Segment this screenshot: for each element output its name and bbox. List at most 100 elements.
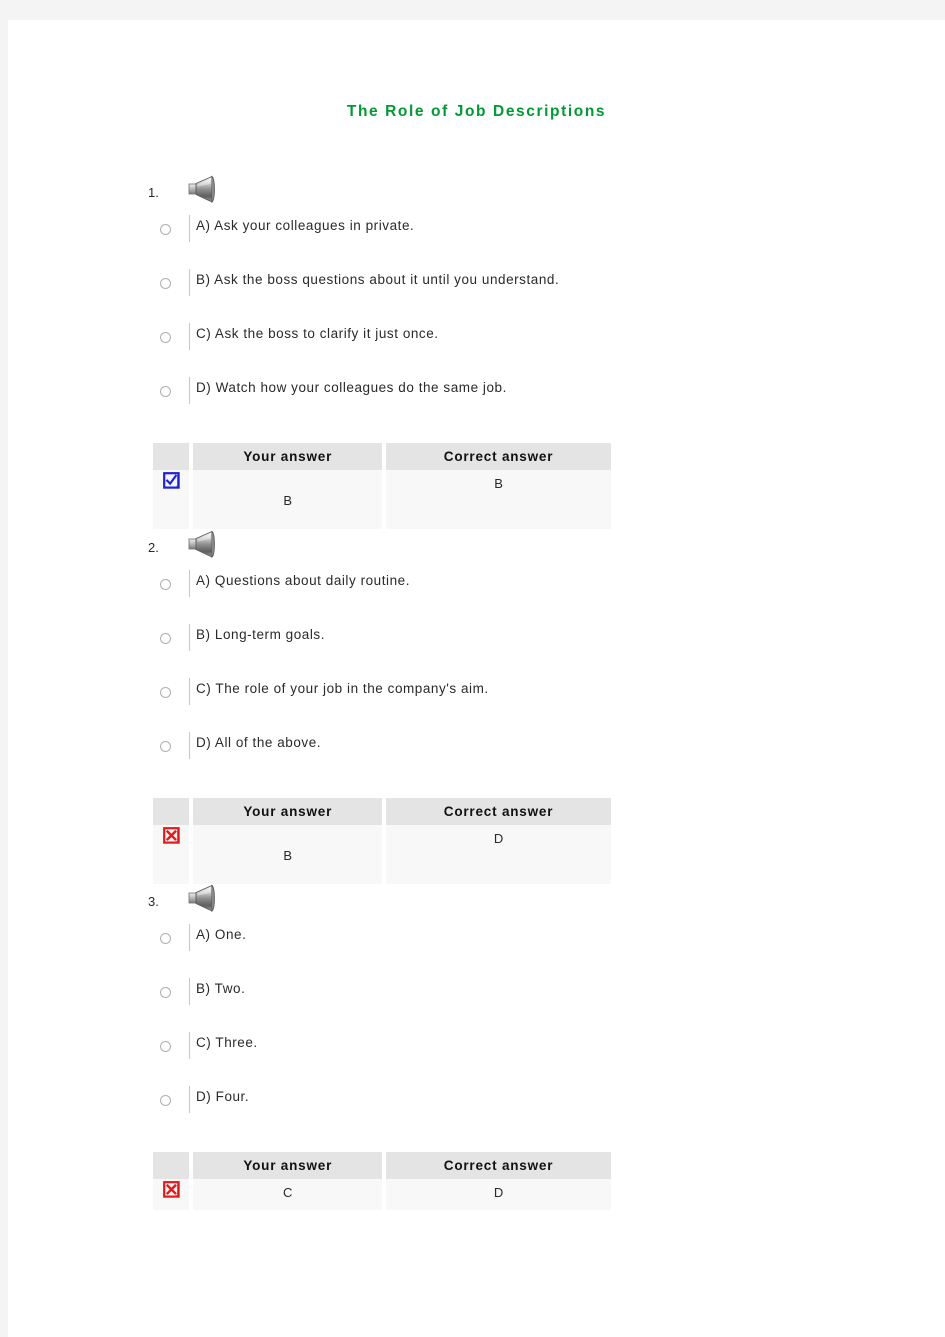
option-divider	[189, 732, 190, 759]
option-row[interactable]: C) Three.	[148, 1032, 848, 1089]
option-divider	[189, 1032, 190, 1059]
header-your-answer: Your answer	[193, 443, 383, 470]
cross-incorrect-icon-glyph	[162, 1181, 180, 1198]
speaker-icon-glyph	[188, 530, 215, 559]
option-row[interactable]: B) Ask the boss questions about it until…	[148, 269, 848, 326]
option-label: A) One.	[196, 927, 247, 942]
radio-button-icon[interactable]	[160, 987, 171, 998]
question-block: 3. A) One. B) Two. C) Three. D) Four. Yo…	[148, 881, 848, 1210]
checkbox-checked-icon-glyph	[162, 472, 180, 489]
question-header: 2.	[148, 527, 848, 567]
page-title: The Role of Job Descriptions	[346, 103, 607, 120]
option-label: A) Questions about daily routine.	[196, 573, 411, 588]
cross-incorrect-icon	[153, 1179, 190, 1210]
your-answer-value: B	[193, 825, 383, 884]
document-page: The Role of Job Descriptions 1. A) Ask y…	[8, 20, 945, 1337]
option-label: C) Three.	[196, 1035, 258, 1050]
correct-answer-value: D	[386, 825, 611, 884]
question-number: 3.	[148, 894, 159, 909]
option-row[interactable]: A) Questions about daily routine.	[148, 570, 848, 627]
correct-answer-text: D	[493, 831, 504, 846]
option-divider	[189, 323, 190, 350]
header-your-answer: Your answer	[193, 1152, 383, 1179]
table-header-row: Your answer Correct answer	[153, 443, 611, 470]
option-divider	[189, 678, 190, 705]
question-header: 3.	[148, 881, 848, 921]
option-label: C) The role of your job in the company's…	[196, 681, 489, 696]
question-header: 1.	[148, 172, 848, 212]
option-label: A) Ask your colleagues in private.	[196, 218, 415, 233]
answer-result-table: Your answer Correct answer BD	[153, 798, 611, 884]
option-label: B) Two.	[196, 981, 246, 996]
option-divider	[189, 570, 190, 597]
option-row[interactable]: A) Ask your colleagues in private.	[148, 215, 848, 272]
option-label: D) All of the above.	[196, 735, 322, 750]
speaker-icon-glyph	[188, 884, 215, 913]
radio-button-icon[interactable]	[160, 1041, 171, 1052]
option-row[interactable]: C) The role of your job in the company's…	[148, 678, 848, 735]
question-block: 2. A) Questions about daily routine. B) …	[148, 527, 848, 884]
option-row[interactable]: B) Two.	[148, 978, 848, 1035]
speaker-icon[interactable]	[184, 881, 224, 917]
option-divider	[189, 1086, 190, 1113]
header-marker-cell	[153, 798, 190, 825]
answer-result-table: Your answer Correct answer BB	[153, 443, 611, 529]
your-answer-text: B	[283, 493, 293, 508]
option-label: B) Long-term goals.	[196, 627, 326, 642]
option-row[interactable]: C) Ask the boss to clarify it just once.	[148, 323, 848, 380]
table-header-row: Your answer Correct answer	[153, 798, 611, 825]
speaker-icon-glyph	[188, 175, 215, 204]
option-row[interactable]: A) One.	[148, 924, 848, 981]
question-block: 1. A) Ask your colleagues in private. B)…	[148, 172, 848, 529]
radio-button-icon[interactable]	[160, 1095, 171, 1106]
correct-answer-text: D	[493, 1185, 504, 1200]
option-divider	[189, 624, 190, 651]
radio-button-icon[interactable]	[160, 278, 171, 289]
option-divider	[189, 269, 190, 296]
radio-button-icon[interactable]	[160, 687, 171, 698]
option-label: D) Four.	[196, 1089, 250, 1104]
option-divider	[189, 978, 190, 1005]
radio-button-icon[interactable]	[160, 933, 171, 944]
header-marker-cell	[153, 1152, 190, 1179]
table-row: CD	[153, 1179, 611, 1210]
your-answer-text: B	[283, 848, 293, 863]
radio-button-icon[interactable]	[160, 741, 171, 752]
your-answer-value: C	[193, 1179, 383, 1210]
your-answer-text: C	[283, 1185, 293, 1200]
radio-button-icon[interactable]	[160, 332, 171, 343]
cross-incorrect-icon-glyph	[162, 827, 180, 844]
question-number: 2.	[148, 540, 159, 555]
correct-answer-text: B	[494, 476, 503, 491]
table-row: BD	[153, 825, 611, 884]
radio-button-icon[interactable]	[160, 579, 171, 590]
header-correct-answer: Correct answer	[386, 798, 611, 825]
option-label: C) Ask the boss to clarify it just once.	[196, 326, 439, 341]
table-header-row: Your answer Correct answer	[153, 1152, 611, 1179]
option-row[interactable]: D) All of the above.	[148, 732, 848, 789]
header-correct-answer: Correct answer	[386, 443, 611, 470]
option-row[interactable]: B) Long-term goals.	[148, 624, 848, 681]
answer-result-table: Your answer Correct answer CD	[153, 1152, 611, 1210]
your-answer-value: B	[193, 470, 383, 529]
checkbox-checked-icon	[153, 470, 190, 529]
header-marker-cell	[153, 443, 190, 470]
option-divider	[189, 924, 190, 951]
radio-button-icon[interactable]	[160, 224, 171, 235]
option-label: D) Watch how your colleagues do the same…	[196, 380, 507, 395]
option-divider	[189, 215, 190, 242]
speaker-icon[interactable]	[184, 172, 224, 208]
option-label: B) Ask the boss questions about it until…	[196, 272, 560, 287]
speaker-icon[interactable]	[184, 527, 224, 563]
header-your-answer: Your answer	[193, 798, 383, 825]
option-row[interactable]: D) Watch how your colleagues do the same…	[148, 377, 848, 434]
radio-button-icon[interactable]	[160, 633, 171, 644]
table-row: BB	[153, 470, 611, 529]
option-divider	[189, 377, 190, 404]
option-row[interactable]: D) Four.	[148, 1086, 848, 1143]
header-correct-answer: Correct answer	[386, 1152, 611, 1179]
correct-answer-value: B	[386, 470, 611, 529]
correct-answer-value: D	[386, 1179, 611, 1210]
cross-incorrect-icon	[153, 825, 190, 884]
radio-button-icon[interactable]	[160, 386, 171, 397]
